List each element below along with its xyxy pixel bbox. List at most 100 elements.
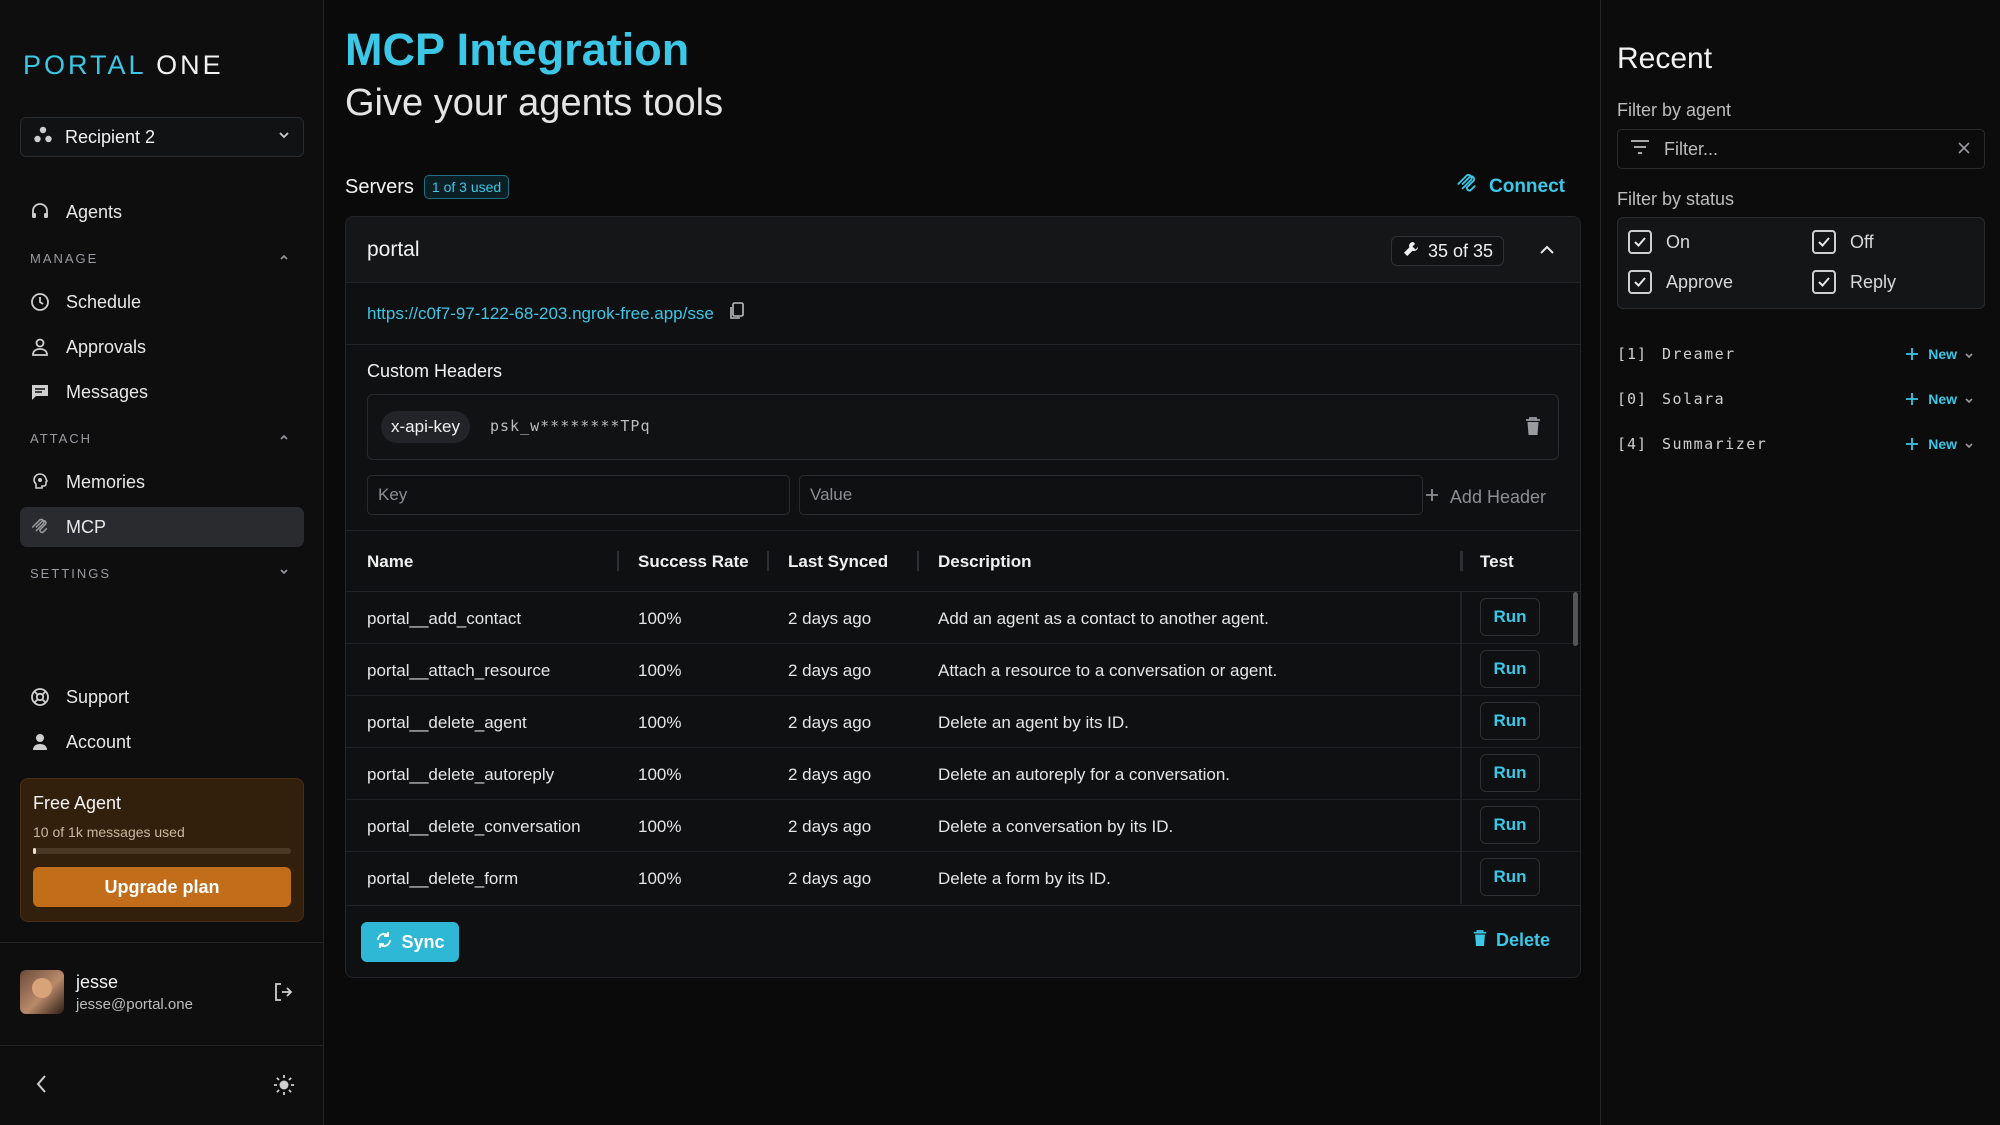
- server-card: portal 35 of 35 https://c0f7-97-122-68-2…: [345, 216, 1581, 978]
- divider: [1460, 592, 1462, 644]
- logout-icon[interactable]: [272, 981, 294, 1008]
- status-approve-checkbox[interactable]: Approve: [1628, 270, 1733, 294]
- server-card-footer: Sync Delete: [346, 905, 1580, 977]
- trash-icon[interactable]: [1524, 415, 1542, 442]
- col-last-synced[interactable]: Last Synced: [788, 552, 888, 572]
- status-reply-checkbox[interactable]: Reply: [1812, 270, 1896, 294]
- tool-description: Delete a conversation by its ID.: [938, 817, 1174, 836]
- recent-agent-row[interactable]: [1] Dreamer New: [1617, 339, 1985, 369]
- recent-title: Recent: [1617, 42, 1713, 75]
- theme-toggle-sun-icon[interactable]: [272, 1073, 296, 1102]
- section-settings[interactable]: SETTINGS: [30, 563, 290, 583]
- check-icon: [1628, 270, 1652, 294]
- upgrade-plan-button[interactable]: Upgrade plan: [33, 867, 291, 907]
- column-resize-handle[interactable]: [917, 551, 919, 571]
- tool-name: portal__delete_agent: [367, 713, 527, 732]
- agent-filter-input[interactable]: Filter...: [1617, 129, 1985, 169]
- plan-usage-fill: [33, 848, 36, 854]
- filter-placeholder: Filter...: [1664, 138, 1719, 159]
- recent-agent-row[interactable]: [4] Summarizer New: [1617, 429, 1985, 459]
- check-icon: [1628, 230, 1652, 254]
- nav-account-label: Account: [66, 731, 132, 752]
- col-description[interactable]: Description: [938, 552, 1032, 572]
- column-resize-handle[interactable]: [1460, 551, 1463, 571]
- nav-approvals[interactable]: Approvals: [20, 327, 304, 367]
- server-url[interactable]: https://c0f7-97-122-68-203.ngrok-free.ap…: [367, 304, 714, 324]
- col-name[interactable]: Name: [367, 552, 413, 572]
- divider: [346, 344, 1580, 345]
- column-resize-handle[interactable]: [767, 551, 769, 571]
- user-profile[interactable]: jesse jesse@portal.one: [20, 969, 304, 1015]
- agent-index: [1]: [1617, 345, 1648, 363]
- chevron-down-icon[interactable]: [1963, 437, 1975, 456]
- nav-schedule-label: Schedule: [66, 291, 142, 312]
- status-off-checkbox[interactable]: Off: [1812, 230, 1874, 254]
- nav-memories[interactable]: Memories: [20, 462, 304, 502]
- recent-agent-row[interactable]: [0] Solara New: [1617, 384, 1985, 414]
- nav-account[interactable]: Account: [20, 722, 304, 762]
- table-row: portal__delete_agent 100% 2 days ago Del…: [346, 696, 1580, 748]
- run-button[interactable]: Run: [1480, 702, 1540, 740]
- message-icon: [30, 382, 50, 402]
- copy-icon[interactable]: [728, 301, 746, 326]
- header-key-input[interactable]: Key: [367, 475, 790, 515]
- plus-icon: [1424, 487, 1440, 508]
- sync-button[interactable]: Sync: [361, 922, 459, 962]
- section-attach-label: ATTACH: [30, 430, 93, 446]
- refresh-icon: [375, 931, 393, 954]
- add-header-button[interactable]: Add Header: [1424, 482, 1546, 512]
- tool-name: portal__attach_resource: [367, 661, 551, 680]
- chevron-up-icon[interactable]: [1538, 241, 1556, 264]
- chevron-down-icon[interactable]: [1963, 347, 1975, 366]
- run-button[interactable]: Run: [1480, 858, 1540, 896]
- nav-agents[interactable]: Agents: [20, 192, 304, 232]
- server-card-header[interactable]: portal 35 of 35: [346, 217, 1580, 283]
- filter-status-label: Filter by status: [1617, 189, 1735, 209]
- table-scrollbar[interactable]: [1573, 592, 1578, 646]
- server-url-row: https://c0f7-97-122-68-203.ngrok-free.ap…: [367, 301, 746, 326]
- column-resize-handle[interactable]: [617, 551, 619, 571]
- nav-messages[interactable]: Messages: [20, 372, 304, 412]
- divider: [1460, 748, 1462, 800]
- brain-icon: [30, 472, 50, 492]
- agent-name: Dreamer: [1662, 345, 1736, 363]
- col-success-rate[interactable]: Success Rate: [638, 552, 749, 572]
- header-value-input[interactable]: Value: [799, 475, 1423, 515]
- chevron-down-icon[interactable]: [1963, 392, 1975, 411]
- run-button[interactable]: Run: [1480, 650, 1540, 688]
- filter-agent-label: Filter by agent: [1617, 100, 1732, 120]
- workspace-selector[interactable]: Recipient 2: [20, 117, 304, 157]
- new-conversation-button[interactable]: New: [1904, 436, 1957, 452]
- tool-success-rate: 100%: [638, 817, 682, 836]
- status-filter-box: On Off Approve Reply: [1617, 217, 1985, 309]
- logo-part-1: PORTAL: [23, 50, 146, 80]
- delete-server-button[interactable]: Delete: [1472, 928, 1550, 953]
- run-button[interactable]: Run: [1480, 598, 1540, 636]
- close-icon[interactable]: [1956, 140, 1972, 161]
- nav-support[interactable]: Support: [20, 677, 304, 717]
- section-manage[interactable]: MANAGE: [30, 248, 290, 268]
- sidebar: PORTAL ONE Recipient 2 Agents MANAGE Sch…: [0, 0, 324, 1125]
- connect-button[interactable]: Connect: [1455, 172, 1565, 202]
- run-button[interactable]: Run: [1480, 806, 1540, 844]
- delete-label: Delete: [1495, 930, 1550, 950]
- new-conversation-button[interactable]: New: [1904, 391, 1957, 407]
- connect-label: Connect: [1489, 176, 1565, 197]
- tool-description: Delete an autoreply for a conversation.: [938, 765, 1231, 784]
- status-on-checkbox[interactable]: On: [1628, 230, 1690, 254]
- nav-mcp[interactable]: MCP: [20, 507, 304, 547]
- divider: [1460, 852, 1462, 904]
- run-button[interactable]: Run: [1480, 754, 1540, 792]
- status-on-label: On: [1666, 231, 1691, 252]
- logo: PORTAL ONE: [23, 50, 224, 81]
- agent-index: [4]: [1617, 435, 1648, 453]
- nav-schedule[interactable]: Schedule: [20, 282, 304, 322]
- tool-success-rate: 100%: [638, 869, 682, 888]
- plan-card: Free Agent 10 of 1k messages used Upgrad…: [20, 778, 304, 922]
- agent-index: [0]: [1617, 390, 1648, 408]
- collapse-sidebar-icon[interactable]: [32, 1073, 52, 1100]
- new-conversation-button[interactable]: New: [1904, 346, 1957, 362]
- tool-last-synced: 2 days ago: [788, 869, 872, 888]
- section-attach[interactable]: ATTACH: [30, 428, 290, 448]
- agent-name: Summarizer: [1662, 435, 1768, 453]
